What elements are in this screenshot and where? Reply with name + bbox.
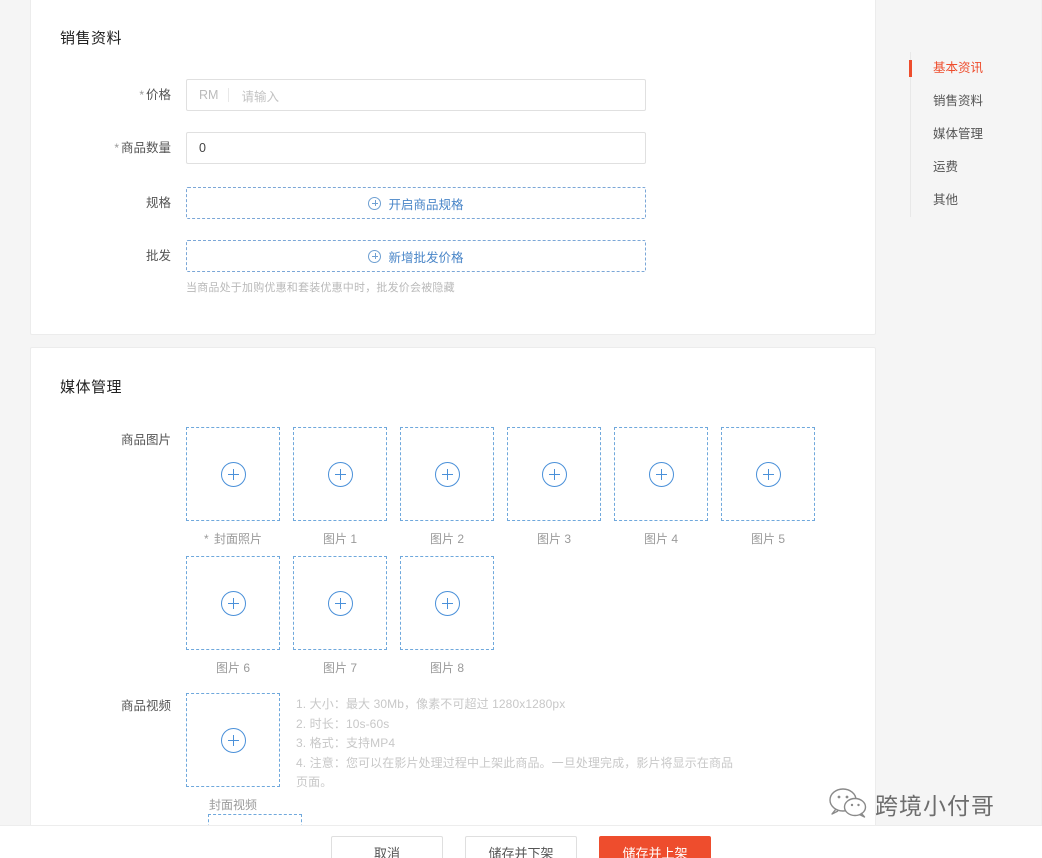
video-spec-line: 2. 时长：10s-60s bbox=[296, 716, 390, 731]
video-spec-line: 3. 格式：支持MP4 bbox=[296, 736, 396, 750]
plus-icon bbox=[220, 590, 246, 616]
sales-section-title: 销售资料 bbox=[60, 30, 123, 47]
image-tile-item: 图片 8 bbox=[400, 556, 494, 676]
image-tile-item: 图片 5 bbox=[721, 427, 815, 547]
watermark-text: 跨境小付哥 bbox=[875, 794, 995, 820]
anchor-item-others[interactable]: 其他 bbox=[911, 184, 1020, 217]
media-section-title: 媒体管理 bbox=[60, 379, 123, 396]
product-images-label: 商品图片 bbox=[120, 433, 171, 447]
plus-icon bbox=[541, 461, 567, 487]
product-images-row-2: 图片 6 图片 7 图片 8 bbox=[186, 556, 494, 676]
image-tile-caption: 图片 4 bbox=[643, 532, 678, 546]
image-tile-caption: 图片 6 bbox=[215, 661, 250, 675]
product-images-row-1: 商品图片 * 封面照片 图片 1 图片 2 图片 3 图片 4 图片 5 bbox=[31, 427, 815, 547]
upload-image-2-tile[interactable] bbox=[400, 427, 494, 521]
image-tiles-group-2: 图片 6 图片 7 图片 8 bbox=[186, 556, 494, 676]
plus-icon bbox=[220, 461, 246, 487]
field-row-spec: 规格 开启商品规格 bbox=[31, 187, 646, 219]
cancel-button[interactable]: 取消 bbox=[331, 836, 443, 858]
watermark: 跨境小付哥 bbox=[828, 787, 995, 821]
product-video-label: 商品视频 bbox=[120, 699, 171, 713]
image-tile-caption: 图片 7 bbox=[322, 661, 357, 675]
plus-icon bbox=[648, 461, 674, 487]
upload-image-1-tile[interactable] bbox=[293, 427, 387, 521]
image-tile-item: 图片 6 bbox=[186, 556, 280, 676]
price-currency-prefix: RM bbox=[187, 88, 230, 102]
enable-product-spec-button[interactable]: 开启商品规格 bbox=[186, 187, 646, 219]
price-placeholder: 请输入 bbox=[241, 89, 279, 104]
video-spec-line: 1. 大小：最大 30Mb，像素不可超过 1280x1280px bbox=[296, 697, 566, 711]
quantity-input[interactable]: 0 bbox=[186, 132, 646, 164]
sales-info-card: 销售资料 * 价格 RM 请输入 * 商品数量 0 规格 开启商品规格 批发 新… bbox=[30, 0, 876, 335]
anchor-item-basic-info[interactable]: 基本资讯 bbox=[909, 52, 1020, 85]
video-tile-item: 封面视频 bbox=[186, 693, 280, 813]
media-management-card: 媒体管理 商品图片 * 封面照片 图片 1 图片 2 图片 3 图片 4 图片 … bbox=[30, 347, 876, 847]
video-tile-caption: 封面视频 bbox=[208, 798, 257, 812]
image-tile-item: * 封面照片 bbox=[186, 427, 280, 547]
upload-image-8-tile[interactable] bbox=[400, 556, 494, 650]
quantity-value: 0 bbox=[199, 141, 206, 155]
add-wholesale-price-label: 新增批发价格 bbox=[388, 250, 464, 265]
wholesale-hint: 当商品处于加购优惠和套装优惠中时，批发价会被隐藏 bbox=[186, 282, 455, 294]
upload-image-6-tile[interactable] bbox=[186, 556, 280, 650]
upload-cover-video-tile[interactable] bbox=[186, 693, 280, 787]
image-tile-item: 图片 2 bbox=[400, 427, 494, 547]
required-asterisk: * bbox=[114, 141, 119, 155]
save-and-publish-button[interactable]: 储存并上架 bbox=[599, 836, 711, 858]
plus-icon bbox=[368, 249, 382, 263]
anchor-nav: 基本资讯 销售资料 媒体管理 运费 其他 bbox=[909, 52, 1020, 217]
upload-cover-image-tile[interactable] bbox=[186, 427, 280, 521]
image-tiles-group-1: * 封面照片 图片 1 图片 2 图片 3 图片 4 图片 5 bbox=[186, 427, 815, 547]
image-tile-caption: * 封面照片 bbox=[203, 532, 263, 546]
plus-icon bbox=[220, 727, 246, 753]
anchor-item-shipping-fee[interactable]: 运费 bbox=[911, 151, 1020, 184]
save-and-unlist-button[interactable]: 储存并下架 bbox=[465, 836, 577, 858]
upload-image-7-tile[interactable] bbox=[293, 556, 387, 650]
plus-icon bbox=[368, 196, 382, 210]
spec-label: 规格 bbox=[145, 196, 171, 210]
image-tile-caption: 图片 1 bbox=[322, 532, 357, 546]
required-asterisk: * bbox=[139, 88, 144, 102]
image-tile-caption: 图片 5 bbox=[750, 532, 785, 546]
plus-icon bbox=[434, 461, 460, 487]
image-tile-item: 图片 3 bbox=[507, 427, 601, 547]
required-asterisk: * bbox=[203, 532, 209, 546]
upload-image-3-tile[interactable] bbox=[507, 427, 601, 521]
field-row-wholesale: 批发 新增批发价格 当商品处于加购优惠和套装优惠中时，批发价会被隐藏 bbox=[31, 240, 646, 295]
product-video-row: 商品视频 封面视频 1. 大小：最大 30Mb，像素不可超过 1280x1280… bbox=[31, 693, 736, 813]
anchor-item-media-management[interactable]: 媒体管理 bbox=[911, 118, 1020, 151]
price-input[interactable]: RM 请输入 bbox=[186, 79, 646, 111]
video-spec-list: 1. 大小：最大 30Mb，像素不可超过 1280x1280px 2. 时长：1… bbox=[296, 693, 736, 813]
image-tile-caption: 图片 8 bbox=[429, 661, 464, 675]
anchor-item-sales-info[interactable]: 销售资料 bbox=[911, 85, 1020, 118]
add-wholesale-price-button[interactable]: 新增批发价格 bbox=[186, 240, 646, 272]
upload-image-4-tile[interactable] bbox=[614, 427, 708, 521]
field-row-quantity: * 商品数量 0 bbox=[31, 132, 646, 164]
image-tile-item: 图片 4 bbox=[614, 427, 708, 547]
plus-icon bbox=[755, 461, 781, 487]
enable-product-spec-label: 开启商品规格 bbox=[388, 197, 464, 212]
plus-icon bbox=[327, 590, 353, 616]
video-tiles-group: 封面视频 bbox=[186, 693, 280, 813]
image-tile-item: 图片 7 bbox=[293, 556, 387, 676]
product-edit-page: 销售资料 * 价格 RM 请输入 * 商品数量 0 规格 开启商品规格 批发 新… bbox=[0, 0, 1042, 858]
image-tile-caption: 图片 3 bbox=[536, 532, 571, 546]
plus-icon bbox=[434, 590, 460, 616]
plus-icon bbox=[327, 461, 353, 487]
wechat-icon bbox=[829, 788, 867, 818]
field-row-price: * 价格 RM 请输入 bbox=[31, 79, 646, 111]
image-tile-item: 图片 1 bbox=[293, 427, 387, 547]
image-tile-caption: 图片 2 bbox=[429, 532, 464, 546]
wholesale-label: 批发 bbox=[145, 249, 171, 263]
bottom-action-bar: 取消 储存并下架 储存并上架 bbox=[0, 825, 1042, 858]
video-spec-line: 4. 注意：您可以在影片处理过程中上架此商品。一旦处理完成，影片将显示在商品页面… bbox=[296, 755, 734, 790]
upload-image-5-tile[interactable] bbox=[721, 427, 815, 521]
price-label: * 价格 bbox=[139, 88, 171, 102]
quantity-label: * 商品数量 bbox=[114, 141, 171, 155]
